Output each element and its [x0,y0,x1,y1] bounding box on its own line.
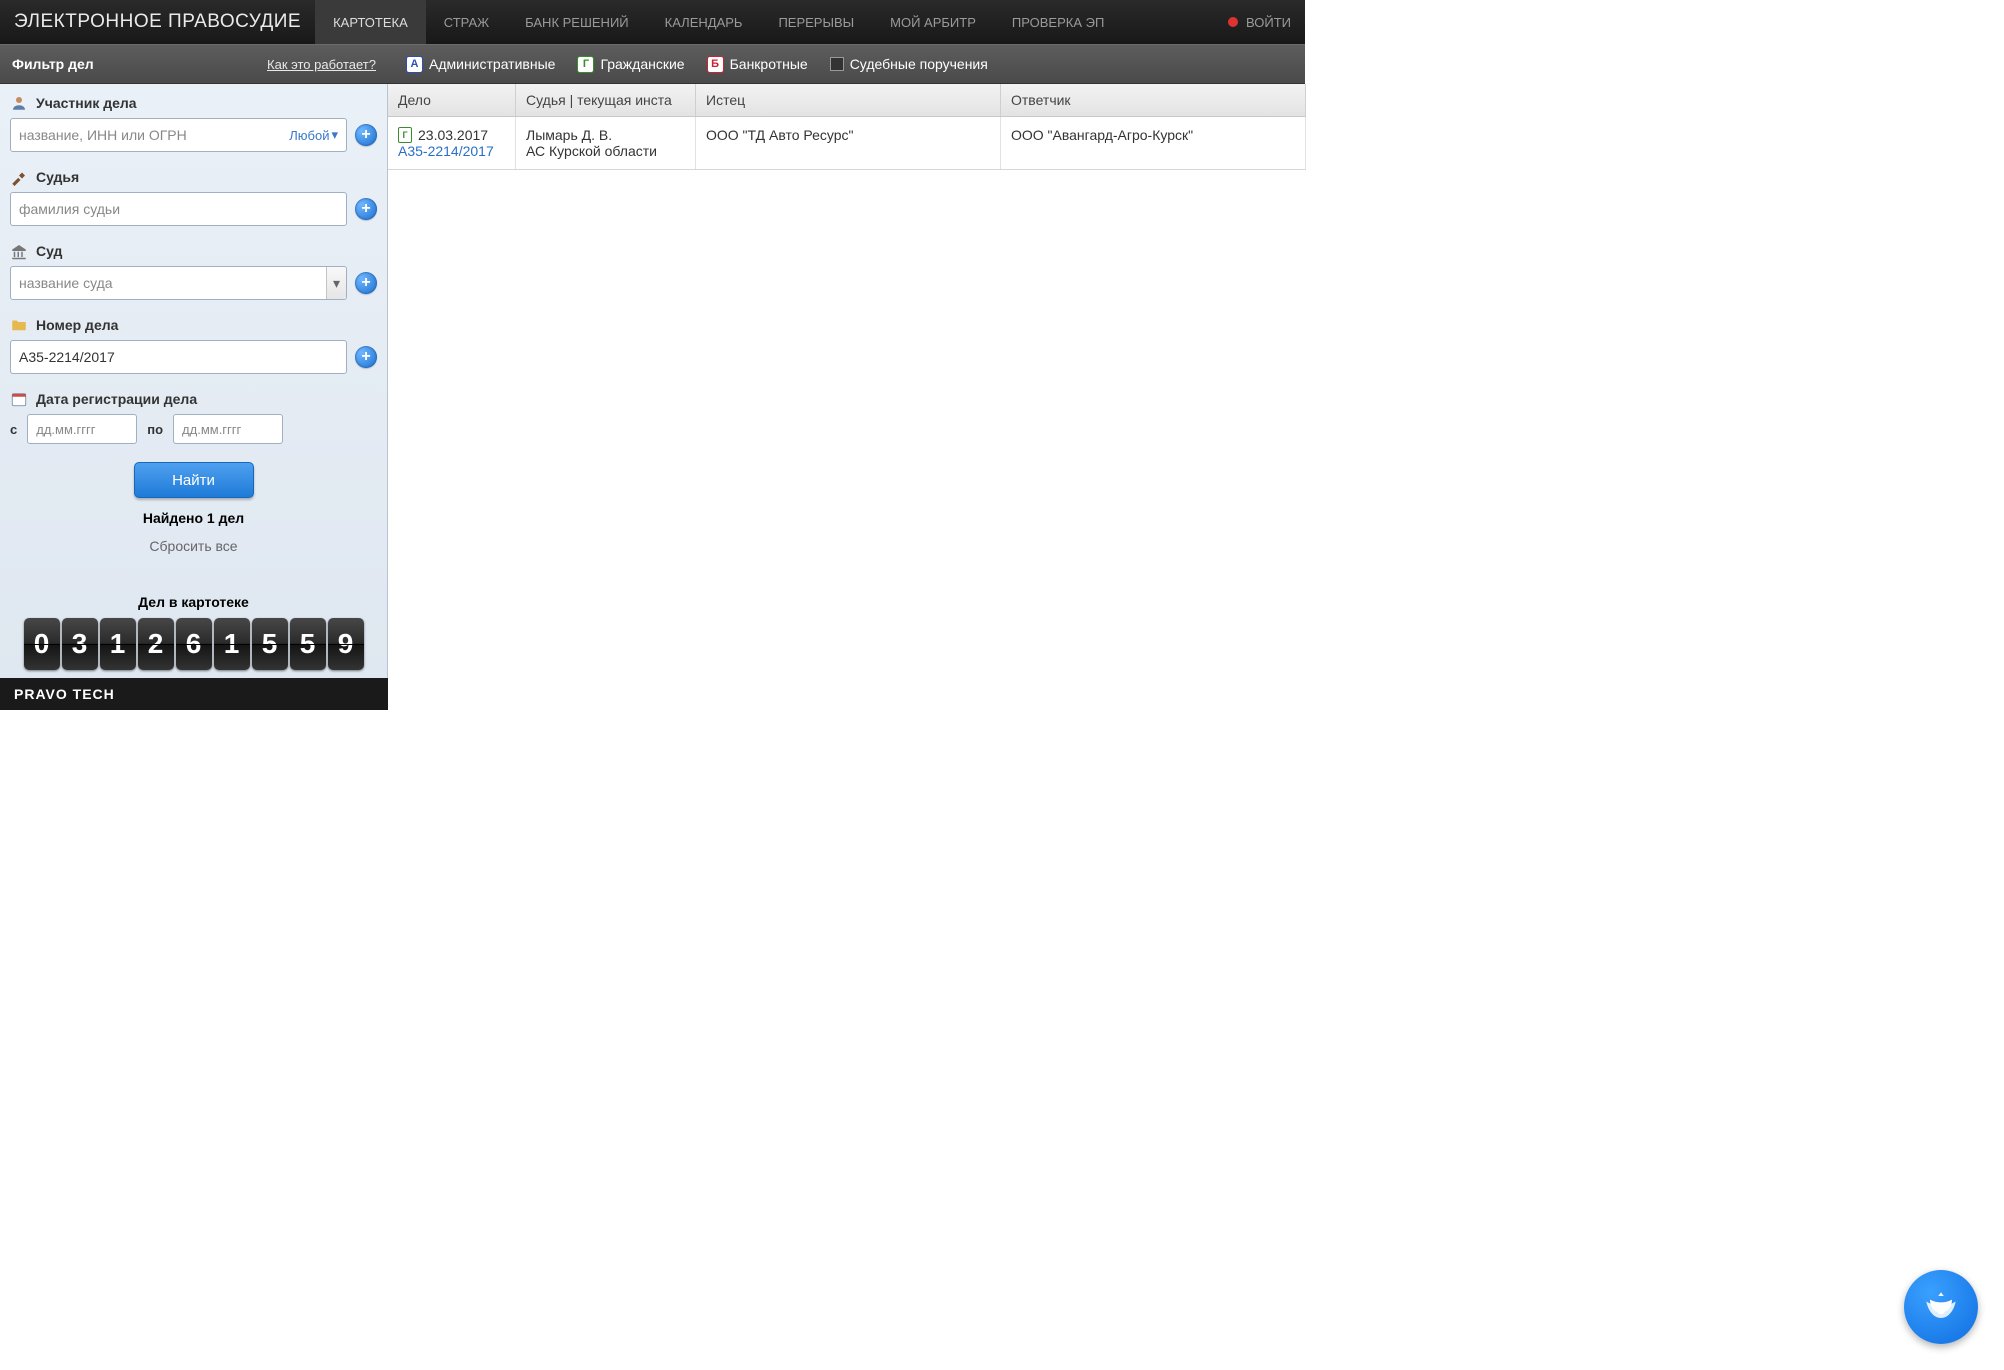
participant-placeholder: название, ИНН или ОГРН [19,127,187,143]
login-button[interactable]: ВОЙТИ [1228,0,1305,44]
how-it-works-link[interactable]: Как это работает? [267,57,376,72]
nav-bank[interactable]: БАНК РЕШЕНИЙ [507,0,647,44]
calendar-icon [10,390,28,408]
type-civil[interactable]: Г Гражданские [577,56,684,73]
add-court-button[interactable]: + [355,272,377,294]
counter-digit: 9 [328,618,364,670]
add-judge-button[interactable]: + [355,198,377,220]
nav-checkep[interactable]: ПРОВЕРКА ЭП [994,0,1122,44]
reset-link[interactable]: Сбросить все [10,538,377,554]
top-navbar: ЭЛЕКТРОННОЕ ПРАВОСУДИЕ КАРТОТЕКА СТРАЖ Б… [0,0,1305,44]
chevron-down-icon: ▾ [326,267,346,299]
filter-sidebar: Участник дела название, ИНН или ОГРН Люб… [0,84,388,678]
type-orders-label: Судебные поручения [850,56,988,72]
add-case-number-button[interactable]: + [355,346,377,368]
subbar: Фильтр дел Как это работает? А Администр… [0,44,1305,84]
type-admin-label: Административные [429,56,555,72]
emblem-fab[interactable] [1904,1270,1978,1344]
judge-label: Судья [36,169,79,185]
counter-title: Дел в картотеке [10,594,377,610]
court-select[interactable]: название суда ▾ [10,266,347,300]
judge-placeholder: фамилия судьи [19,201,120,217]
th-plaintiff[interactable]: Истец [696,84,1001,116]
type-civil-label: Гражданские [600,56,684,72]
date-to-label: по [147,422,163,437]
nav-calendar[interactable]: КАЛЕНДАРЬ [647,0,761,44]
type-orders[interactable]: Судебные поручения [830,56,988,72]
main-nav: КАРТОТЕКА СТРАЖ БАНК РЕШЕНИЙ КАЛЕНДАРЬ П… [315,0,1122,44]
nav-breaks[interactable]: ПЕРЕРЫВЫ [760,0,872,44]
court-label: Суд [36,243,62,259]
chevron-down-icon: ▾ [331,127,338,143]
type-bankrupt[interactable]: Б Банкротные [707,56,808,73]
th-defendant[interactable]: Ответчик [1001,84,1306,116]
table-row[interactable]: Г 23.03.2017 А35-2214/2017 Лымарь Д. В. … [388,117,1306,170]
login-status-icon [1228,17,1238,27]
participant-type-dropdown[interactable]: Любой ▾ [289,127,338,143]
civil-badge-icon: Г [577,56,594,73]
th-judge[interactable]: Судья | текущая инста [516,84,696,116]
nav-kartoteka[interactable]: КАРТОТЕКА [315,0,426,44]
th-case[interactable]: Дело [388,84,516,116]
case-number-link[interactable]: А35-2214/2017 [398,143,505,159]
eagle-emblem-icon [1919,1285,1963,1329]
case-date: 23.03.2017 [418,127,488,143]
defendant-name: ООО "Авангард-Агро-Курск" [1001,117,1306,169]
add-participant-button[interactable]: + [355,124,377,146]
participant-label: Участник дела [36,95,137,111]
filter-header: Фильтр дел Как это работает? [0,56,388,72]
nav-strazh[interactable]: СТРАЖ [426,0,507,44]
counter-digit: 2 [138,618,174,670]
judge-name: Лымарь Д. В. [526,127,685,143]
reg-date-label: Дата регистрации дела [36,391,197,407]
footer-brand: PRAVO TECH [0,678,388,710]
type-admin[interactable]: А Административные [406,56,555,73]
judge-input[interactable]: фамилия судьи [10,192,347,226]
date-from-label: с [10,422,17,437]
counter-digit: 5 [290,618,326,670]
counter-digit: 1 [214,618,250,670]
case-number-value: А35-2214/2017 [19,349,115,365]
nav-myarbitr[interactable]: МОЙ АРБИТР [872,0,994,44]
orders-checkbox-icon [830,57,844,71]
court-placeholder: название суда [19,275,113,291]
case-number-label: Номер дела [36,317,118,333]
folder-icon [10,316,28,334]
results-area: Дело Судья | текущая инста Истец Ответчи… [388,84,1306,170]
counter-digit: 0 [24,618,60,670]
brand-title: ЭЛЕКТРОННОЕ ПРАВОСУДИЕ [0,0,315,44]
counter-digit: 5 [252,618,288,670]
court-icon [10,242,28,260]
case-type-icon: Г [398,127,412,143]
case-type-filters: А Административные Г Гражданские Б Банкр… [388,56,988,73]
court-name: АС Курской области [526,143,685,159]
table-header: Дело Судья | текущая инста Истец Ответчи… [388,84,1306,117]
date-to-input[interactable]: дд.мм.гггг [173,414,283,444]
plaintiff-name: ООО "ТД Авто Ресурс" [696,117,1001,169]
type-bankrupt-label: Банкротные [730,56,808,72]
counter-digit: 1 [100,618,136,670]
counter-digit: 6 [176,618,212,670]
case-number-input[interactable]: А35-2214/2017 [10,340,347,374]
admin-badge-icon: А [406,56,423,73]
participant-input[interactable]: название, ИНН или ОГРН Любой ▾ [10,118,347,152]
bankrupt-badge-icon: Б [707,56,724,73]
find-button[interactable]: Найти [134,462,254,498]
date-from-input[interactable]: дд.мм.гггг [27,414,137,444]
login-label: ВОЙТИ [1246,15,1291,30]
case-counter: 0 3 1 2 6 1 5 5 9 [10,618,377,678]
counter-digit: 3 [62,618,98,670]
gavel-icon [10,168,28,186]
filter-title: Фильтр дел [12,56,94,72]
person-icon [10,94,28,112]
found-count: Найдено 1 дел [10,510,377,526]
